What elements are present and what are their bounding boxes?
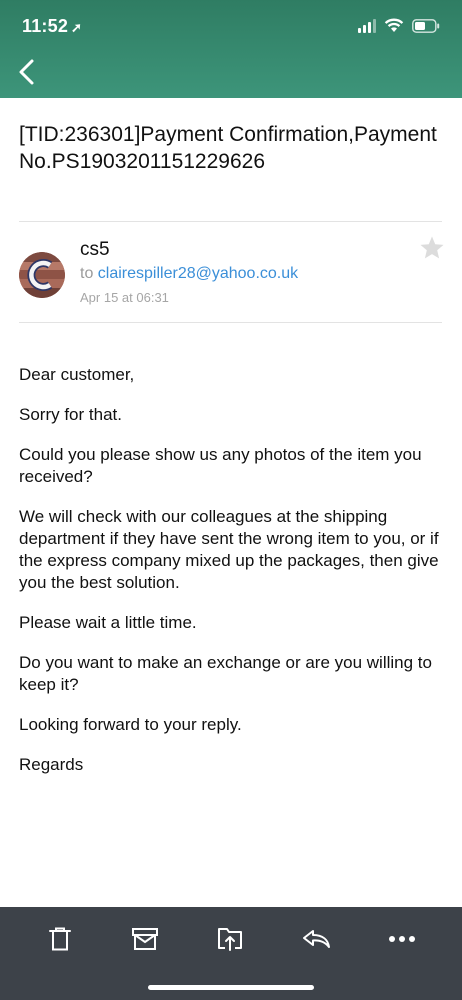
body-paragraph: Dear customer, xyxy=(19,365,135,384)
star-icon xyxy=(420,236,444,259)
email-date: Apr 15 at 06:31 xyxy=(80,290,169,305)
body-paragraph: We will check with our colleagues at the… xyxy=(19,507,439,592)
more-button[interactable] xyxy=(384,921,420,957)
star-button[interactable] xyxy=(418,234,446,262)
wifi-icon xyxy=(384,18,404,33)
app-header: 11:52 ➚ xyxy=(0,0,462,98)
divider xyxy=(19,322,442,323)
archive-button[interactable] xyxy=(127,921,163,957)
recipient-line: to clairespiller28@yahoo.co.uk xyxy=(80,265,298,283)
signal-icon xyxy=(358,18,376,33)
back-button[interactable] xyxy=(14,55,40,89)
battery-icon xyxy=(412,18,440,33)
body-paragraph: Please wait a little time. xyxy=(19,613,197,632)
reply-button[interactable] xyxy=(298,921,334,957)
status-icons xyxy=(358,18,440,33)
body-paragraph: Regards xyxy=(19,755,84,774)
sender-name[interactable]: cs5 xyxy=(80,239,110,261)
location-icon: ➚ xyxy=(71,20,83,35)
body-paragraph: Looking forward to your reply. xyxy=(19,715,242,734)
avatar[interactable] xyxy=(19,252,65,298)
reply-icon xyxy=(303,930,330,948)
move-icon xyxy=(218,928,242,951)
archive-icon xyxy=(132,928,158,950)
status-time: 11:52 ➚ xyxy=(22,16,82,37)
email-subject: [TID:236301]Payment Confirmation,Payment… xyxy=(19,123,437,173)
move-button[interactable] xyxy=(212,921,248,957)
home-indicator[interactable] xyxy=(148,985,314,990)
status-time-text: 11:52 xyxy=(22,16,69,36)
body-paragraph: Sorry for that. xyxy=(19,405,122,424)
body-paragraph: Do you want to make an exchange or are y… xyxy=(19,653,432,694)
to-prefix: to xyxy=(80,265,98,282)
recipient-address[interactable]: clairespiller28@yahoo.co.uk xyxy=(98,265,298,282)
divider xyxy=(19,221,442,222)
body-paragraph: Could you please show us any photos of t… xyxy=(19,445,422,486)
chevron-left-icon xyxy=(19,59,34,85)
trash-icon xyxy=(49,927,71,951)
more-icon xyxy=(389,936,415,942)
delete-button[interactable] xyxy=(42,921,78,957)
email-body: Dear customer, Sorry for that. Could you… xyxy=(19,364,445,794)
